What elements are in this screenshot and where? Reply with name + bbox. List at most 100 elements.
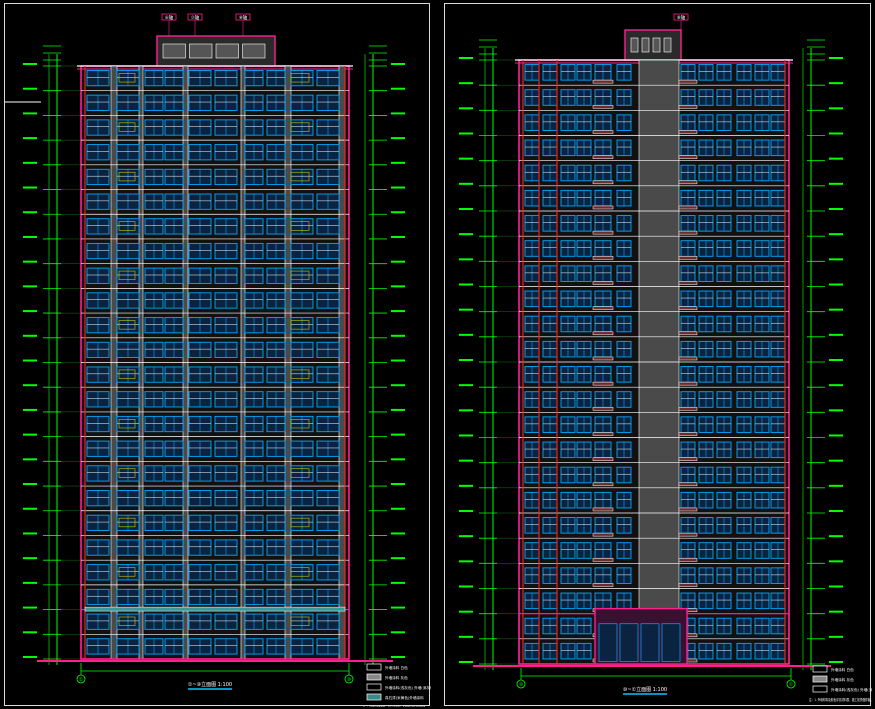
level-label-marker bbox=[23, 161, 37, 164]
level-label-marker bbox=[23, 557, 37, 560]
level-label-marker bbox=[459, 484, 473, 487]
legend-label: 外墙涂料 灰色 bbox=[831, 677, 854, 682]
level-label-marker bbox=[829, 535, 843, 538]
balcony-rail bbox=[592, 230, 614, 235]
level-label-marker bbox=[391, 359, 405, 362]
drawing-sheet-left: ① ⑩ ⑥轴 ⑦轴 ⑧轴 ①~⑩立面图 1:100 外墙涂料 白色 外墙涂料 灰色 外墙涂料(浅… bbox=[4, 3, 431, 707]
balcony-rail bbox=[592, 180, 614, 185]
entrance-door bbox=[598, 623, 618, 662]
balcony-rail bbox=[592, 256, 614, 260]
level-label-marker bbox=[829, 57, 843, 59]
balcony-rail bbox=[592, 482, 614, 487]
level-label-marker bbox=[23, 483, 37, 486]
level-label-marker bbox=[391, 87, 405, 90]
balcony-rail bbox=[678, 331, 698, 336]
balcony-rail bbox=[592, 507, 614, 512]
balcony-rail bbox=[678, 130, 698, 134]
level-label-marker bbox=[459, 57, 473, 59]
top-axis-label: ⑥轴 bbox=[165, 14, 174, 21]
level-label-marker bbox=[23, 112, 37, 115]
level-label-marker bbox=[459, 610, 473, 613]
level-label-marker bbox=[459, 560, 473, 563]
level-label-marker bbox=[829, 208, 843, 210]
balcony-rail bbox=[592, 583, 614, 587]
level-label-marker bbox=[23, 581, 37, 584]
drawing-title: ⑩~①立面图 1:100 bbox=[623, 686, 667, 693]
level-label-marker bbox=[391, 310, 405, 313]
tower-window bbox=[652, 37, 661, 53]
balcony-rail bbox=[592, 532, 614, 537]
level-label-marker bbox=[23, 310, 37, 313]
tower-window bbox=[630, 37, 639, 53]
level-label-marker bbox=[829, 635, 843, 638]
level-label-marker bbox=[391, 161, 405, 164]
balcony-rail bbox=[678, 507, 698, 512]
legend-swatch bbox=[366, 693, 382, 701]
balcony-rail bbox=[592, 331, 614, 336]
tower-window bbox=[242, 43, 266, 59]
legend-label: 外墙涂料 白色 bbox=[831, 667, 854, 672]
level-label-marker bbox=[23, 87, 37, 90]
level-label-marker bbox=[23, 606, 37, 609]
level-label-marker bbox=[23, 186, 37, 189]
legend-label: 外墙涂料 白色 bbox=[385, 665, 408, 670]
level-label-marker bbox=[829, 434, 843, 437]
level-label-marker bbox=[23, 631, 37, 634]
balcony-rail bbox=[678, 281, 698, 285]
legend-swatch bbox=[366, 663, 382, 671]
level-label-marker bbox=[459, 132, 473, 135]
top-axis-label: ⑧轴 bbox=[677, 14, 686, 21]
tower-window bbox=[162, 43, 186, 59]
level-label-marker bbox=[459, 107, 473, 110]
tower-window bbox=[215, 43, 239, 59]
balcony-rail bbox=[678, 432, 698, 436]
level-label-marker bbox=[391, 235, 405, 238]
legend-note: 注：1. 面砖施工前须做样板，确认后方可施工。外墙材料及颜色详见材料表。 bbox=[363, 705, 427, 707]
level-label-marker bbox=[459, 510, 473, 512]
legend-swatch bbox=[812, 665, 828, 673]
level-label-marker bbox=[459, 308, 473, 311]
level-label-marker bbox=[829, 560, 843, 563]
balcony-rail bbox=[592, 558, 614, 562]
legend-swatch bbox=[366, 683, 382, 691]
level-label-marker bbox=[459, 208, 473, 210]
level-label-marker bbox=[23, 656, 37, 658]
level-label-marker bbox=[391, 137, 405, 140]
level-label-marker bbox=[459, 283, 473, 286]
balcony-rail bbox=[678, 407, 698, 411]
level-label-marker bbox=[459, 82, 473, 85]
legend-label: 外墙涂料(浅灰色) 外墙(深灰色) bbox=[831, 687, 872, 692]
level-label-marker bbox=[829, 459, 843, 462]
tower-window bbox=[189, 43, 213, 59]
level-label-marker bbox=[391, 408, 405, 411]
axis-label-left: ⑩ bbox=[519, 682, 524, 688]
level-label-marker bbox=[391, 384, 405, 387]
level-label-marker bbox=[391, 433, 405, 436]
balcony-rail bbox=[678, 256, 698, 260]
balcony-rail bbox=[592, 79, 614, 84]
level-label-marker bbox=[459, 384, 473, 387]
podium-band bbox=[84, 606, 346, 612]
level-label-marker bbox=[391, 507, 405, 510]
level-label-marker bbox=[829, 157, 843, 160]
level-label-marker bbox=[391, 458, 405, 461]
level-label-marker bbox=[829, 409, 843, 412]
balcony-rail bbox=[678, 532, 698, 537]
level-label-marker bbox=[391, 581, 405, 584]
level-label-marker bbox=[829, 308, 843, 311]
level-label-marker bbox=[829, 258, 843, 261]
level-label-marker bbox=[391, 631, 405, 634]
level-label-marker bbox=[391, 211, 405, 214]
level-label-marker bbox=[829, 359, 843, 361]
balcony-rail bbox=[592, 205, 614, 210]
legend-note: 注：1. 外墙材料及颜色详见材料表，施工前须做样板。 bbox=[809, 697, 872, 702]
legend-label: 外墙涂料(浅灰色) 外墙(深灰色) bbox=[385, 685, 431, 690]
level-label-marker bbox=[829, 610, 843, 613]
level-label-marker bbox=[829, 132, 843, 135]
level-label-marker bbox=[829, 233, 843, 236]
level-label-marker bbox=[459, 459, 473, 462]
axis-label-right: ① bbox=[789, 682, 794, 688]
entrance-door bbox=[661, 623, 681, 662]
level-label-marker bbox=[459, 635, 473, 638]
drawing-title: ①~⑩立面图 1:100 bbox=[188, 681, 232, 688]
